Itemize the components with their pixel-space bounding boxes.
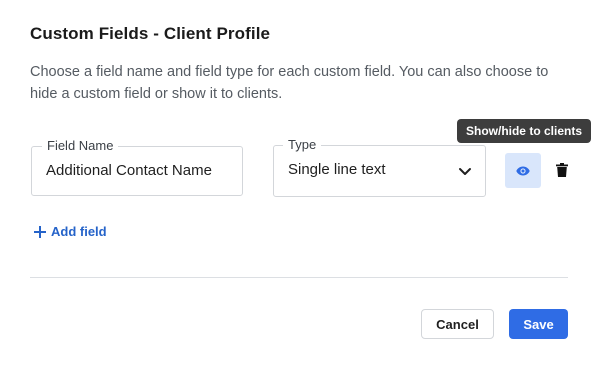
visibility-tooltip: Show/hide to clients <box>457 119 591 143</box>
field-type-value: Single line text <box>288 161 386 178</box>
dialog-title: Custom Fields - Client Profile <box>30 24 271 43</box>
field-name-label: Field Name <box>42 138 119 154</box>
plus-icon <box>34 225 46 238</box>
trash-icon <box>556 163 568 177</box>
field-name-value[interactable]: Additional Contact Name <box>46 162 212 179</box>
field-name-input[interactable]: Field Name Additional Contact Name <box>31 138 243 196</box>
add-field-label: Add field <box>51 224 107 239</box>
custom-fields-dialog: Custom Fields - Client Profile Choose a … <box>0 0 610 365</box>
save-button[interactable]: Save <box>509 309 568 339</box>
divider <box>30 277 568 278</box>
field-type-select[interactable]: Type Single line text <box>273 137 486 197</box>
chevron-down-icon[interactable] <box>457 163 473 179</box>
add-field-button[interactable]: Add field <box>34 224 107 239</box>
dialog-description: Choose a field name and field type for e… <box>30 64 549 102</box>
eye-icon <box>516 166 530 175</box>
toggle-visibility-button[interactable] <box>505 153 541 188</box>
cancel-button[interactable]: Cancel <box>421 309 494 339</box>
delete-field-button[interactable] <box>553 160 571 180</box>
field-type-label: Type <box>283 137 322 153</box>
